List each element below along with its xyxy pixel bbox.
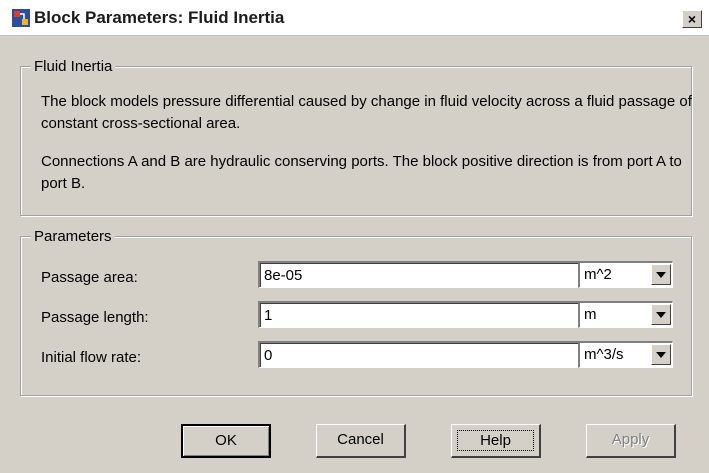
help-button-label: Help bbox=[457, 430, 534, 451]
passage-area-unit-value: m^2 bbox=[584, 266, 612, 283]
chevron-down-icon bbox=[656, 312, 666, 318]
passage-area-unit-dropdown-button[interactable] bbox=[651, 264, 671, 285]
initial-flow-rate-input[interactable] bbox=[258, 341, 588, 368]
passage-length-label: Passage length: bbox=[41, 309, 149, 326]
window-title: Block Parameters: Fluid Inertia bbox=[34, 8, 285, 27]
parameters-group: Parameters Passage area: m^2 Passage len… bbox=[20, 228, 692, 396]
close-button[interactable]: × bbox=[682, 10, 702, 28]
passage-length-unit-value: m bbox=[584, 306, 597, 323]
passage-length-unit-dropdown-button[interactable] bbox=[651, 304, 671, 325]
initial-flow-rate-unit-value: m^3/s bbox=[584, 346, 624, 363]
description-paragraph-2: Connections A and B are hydraulic conser… bbox=[41, 153, 682, 192]
title-bar: Block Parameters: Fluid Inertia × bbox=[0, 0, 709, 36]
description-group-legend: Fluid Inertia bbox=[31, 58, 116, 75]
chevron-down-icon bbox=[656, 352, 666, 358]
apply-button[interactable]: Apply bbox=[586, 424, 676, 458]
ok-button[interactable]: OK bbox=[181, 424, 271, 458]
close-icon: × bbox=[687, 11, 697, 27]
initial-flow-rate-label: Initial flow rate: bbox=[41, 349, 142, 366]
description-paragraph-1: The block models pressure differential c… bbox=[41, 93, 692, 132]
passage-length-unit-select[interactable]: m bbox=[578, 301, 673, 328]
passage-area-label: Passage area: bbox=[41, 269, 138, 286]
passage-area-input[interactable] bbox=[258, 261, 588, 288]
help-button[interactable]: Help bbox=[451, 424, 541, 458]
cancel-button[interactable]: Cancel bbox=[316, 424, 406, 458]
initial-flow-rate-unit-dropdown-button[interactable] bbox=[651, 344, 671, 365]
description-group: Fluid Inertia The block models pressure … bbox=[20, 58, 692, 216]
passage-area-unit-select[interactable]: m^2 bbox=[578, 261, 673, 288]
passage-length-input[interactable] bbox=[258, 301, 588, 328]
initial-flow-rate-unit-select[interactable]: m^3/s bbox=[578, 341, 673, 368]
chevron-down-icon bbox=[656, 272, 666, 278]
simulink-block-icon bbox=[12, 9, 30, 27]
parameters-group-legend: Parameters bbox=[31, 228, 115, 245]
